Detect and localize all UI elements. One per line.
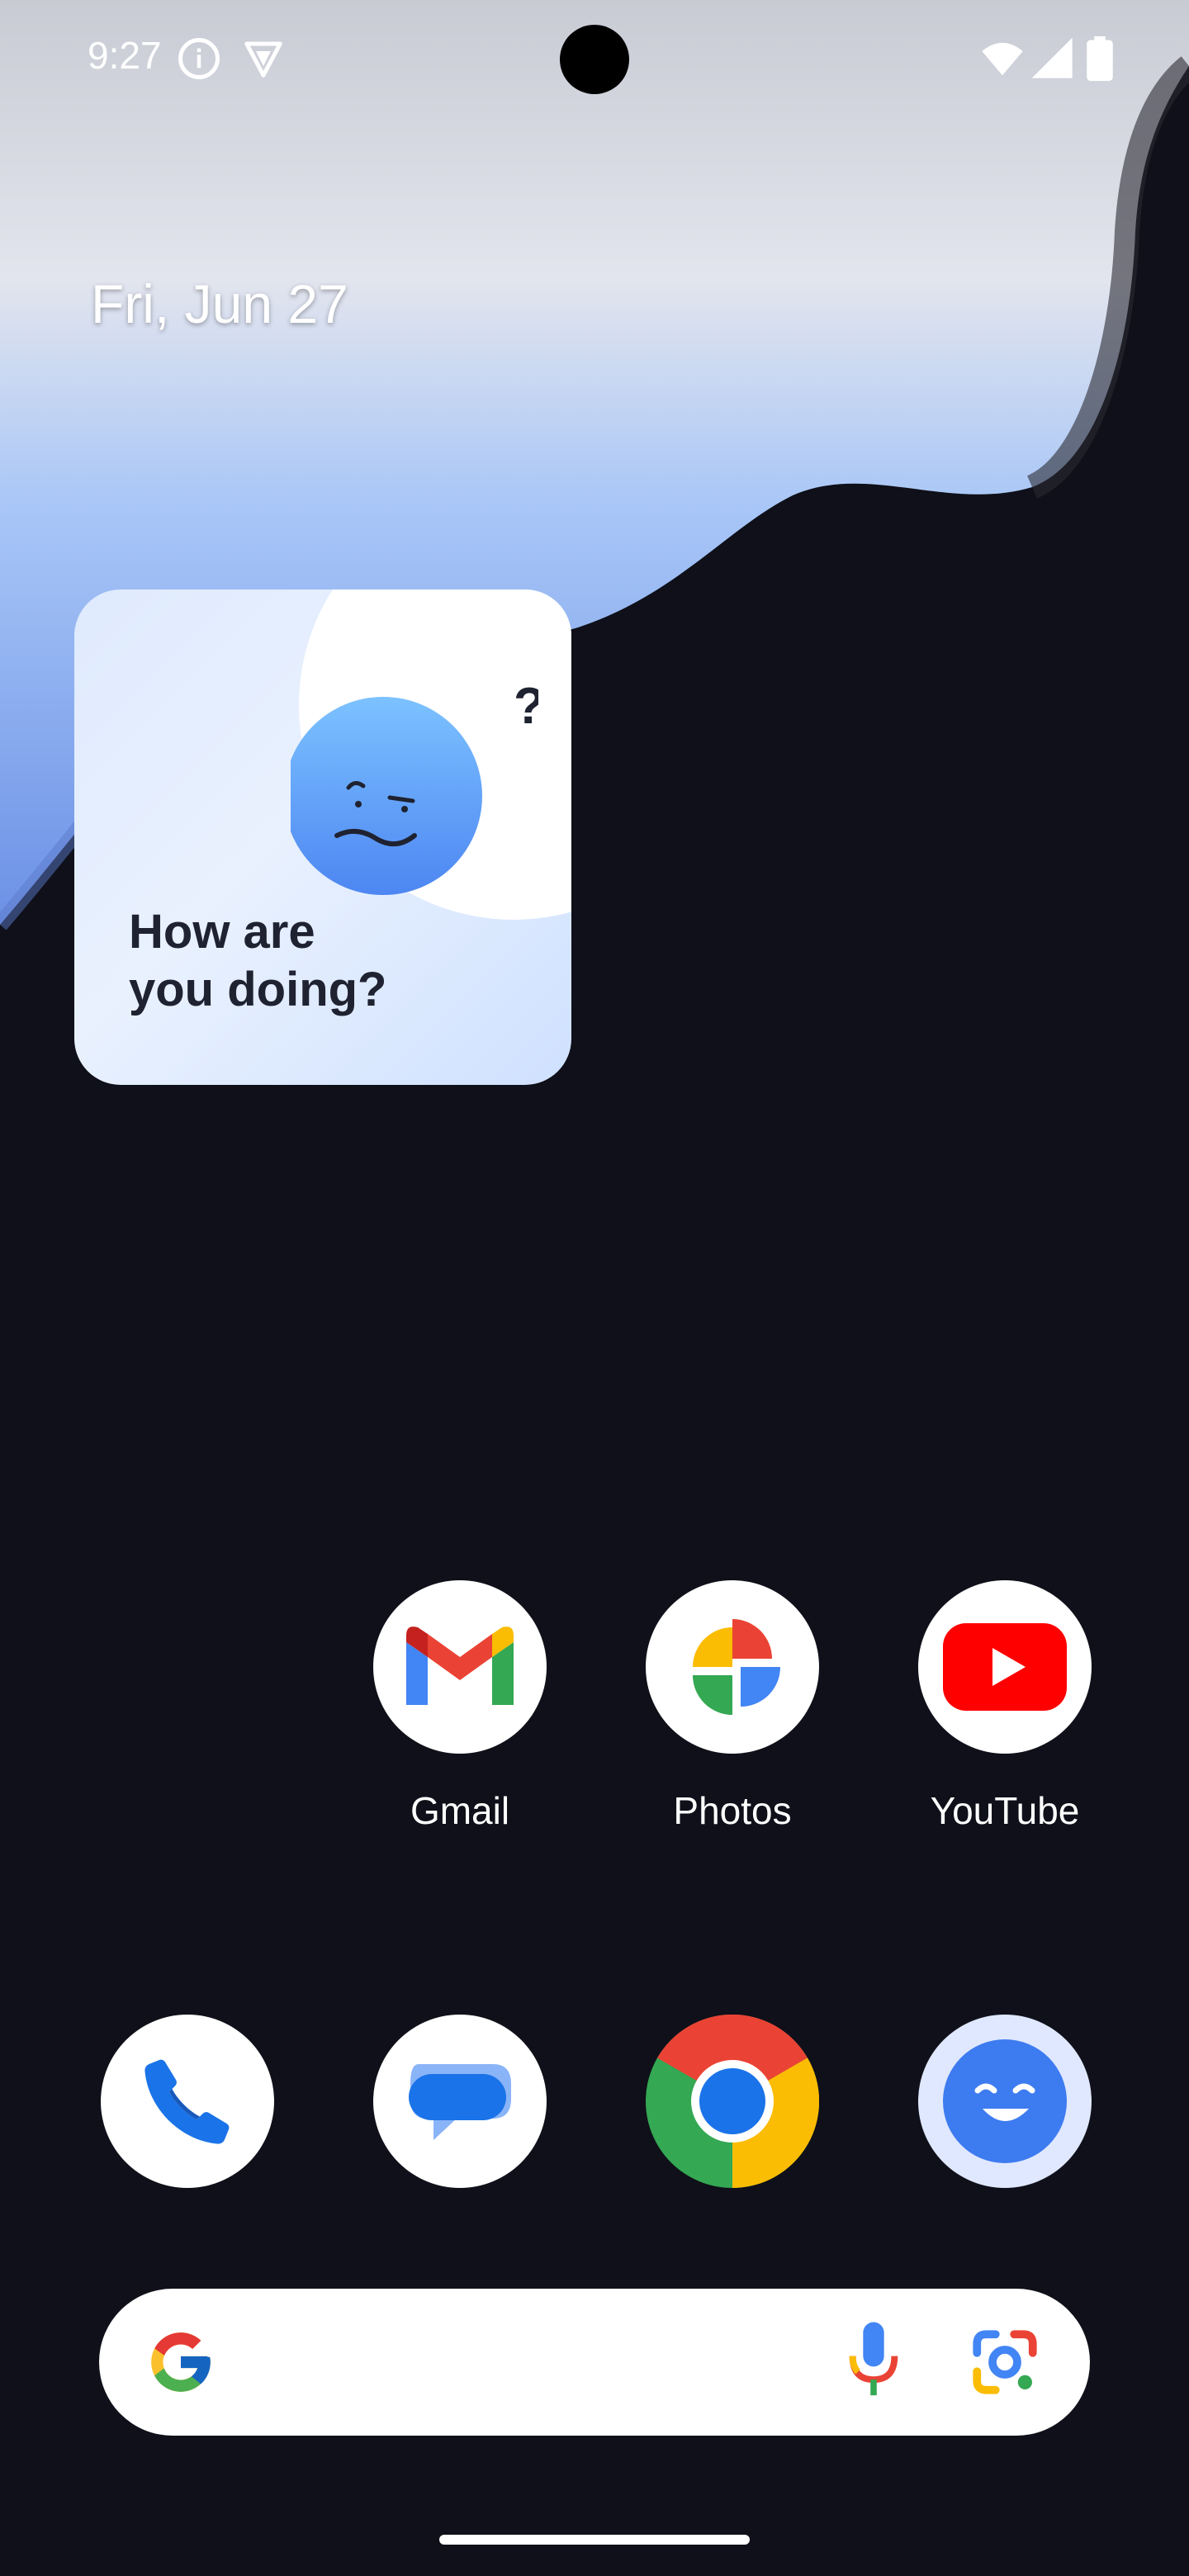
microphone-icon[interactable] [842,2322,905,2401]
wallpaper [0,0,1189,2576]
app-label-photos: Photos [673,1789,792,1832]
svg-text:?: ? [514,678,538,735]
cellular-signal-icon [1031,37,1073,78]
gesture-nav-handle[interactable] [439,2535,750,2545]
info-icon [178,38,220,79]
app-label-gmail: Gmail [410,1789,510,1832]
status-bar: 9:27 [0,0,1189,116]
widget-title: How are you doing? [129,903,387,1019]
phone-icon[interactable] [101,2015,274,2188]
app-label-youtube: YouTube [930,1789,1080,1832]
chrome-icon[interactable] [646,2015,819,2188]
google-search-bar[interactable] [99,2289,1090,2436]
widget-title-line2: you doing? [129,963,387,1016]
photos-icon [646,1580,819,1754]
messages-icon[interactable] [373,2015,547,2188]
google-g-icon [151,2332,211,2392]
widget-title-line1: How are [129,905,315,959]
app-gmail[interactable]: Gmail [373,1580,547,1833]
smiley-app-icon[interactable] [918,2015,1092,2188]
app-photos[interactable]: Photos [646,1580,819,1833]
app-youtube[interactable]: YouTube [918,1580,1092,1833]
gmail-icon [373,1580,547,1754]
vpn-shield-icon [244,41,282,78]
youtube-icon [918,1580,1092,1754]
wifi-icon [982,42,1023,76]
camera-cutout [560,25,629,94]
date-widget[interactable]: Fri, Jun 27 [91,272,348,335]
status-time: 9:27 [88,34,162,77]
confused-face-icon: ? ? [291,678,538,895]
battery-icon [1087,36,1113,81]
mood-widget[interactable]: ? ? How are you doing? [74,590,571,1085]
google-lens-icon[interactable] [968,2325,1042,2399]
